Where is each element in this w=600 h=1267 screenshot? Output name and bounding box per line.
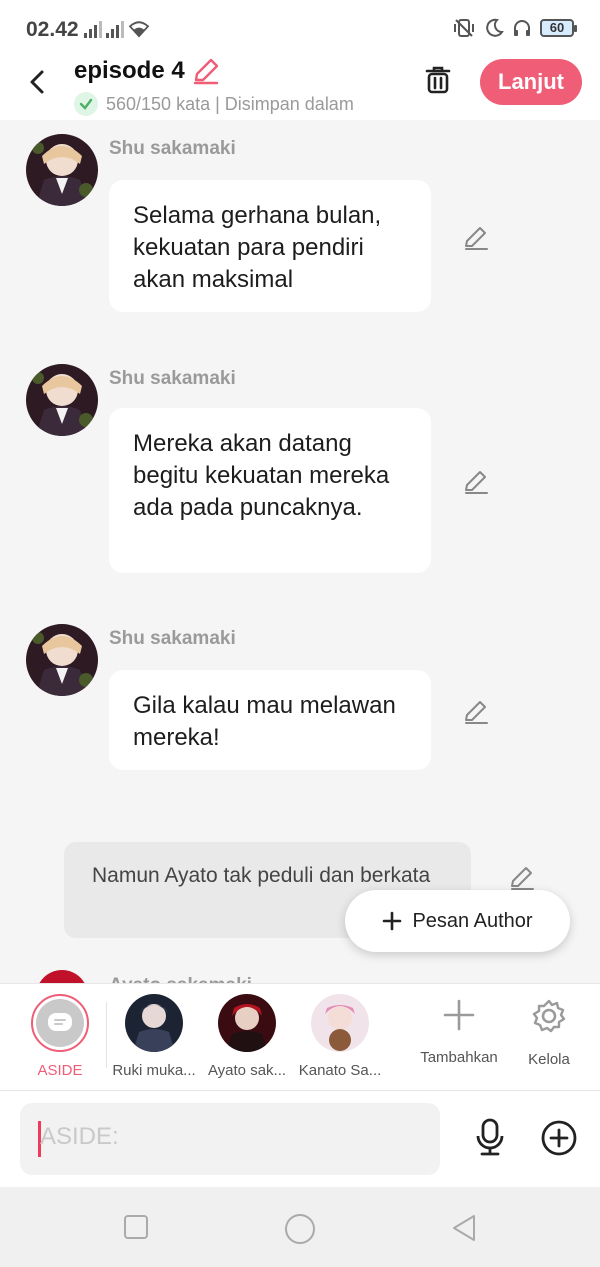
headphone-icon (514, 20, 530, 36)
avatar[interactable] (26, 134, 98, 206)
status-right-icons: 60 (452, 18, 577, 38)
avatar (311, 994, 369, 1052)
sender-name: Shu sakamaki (109, 138, 236, 159)
signal-icon (84, 20, 102, 38)
character-ruki[interactable]: Ruki muka... (112, 994, 196, 1079)
edit-icon[interactable] (508, 864, 536, 892)
edit-icon[interactable] (462, 224, 490, 252)
status-bar: 02.42 60 (0, 0, 600, 56)
avatar[interactable] (26, 624, 98, 696)
signal-icons (84, 20, 150, 38)
battery-icon: 60 (540, 19, 577, 37)
message-bubble[interactable]: Mereka akan datang begitu kekuatan merek… (109, 408, 431, 573)
character-label: Ayato sak... (207, 1062, 287, 1079)
recents-square-icon[interactable] (122, 1213, 150, 1241)
message-input[interactable]: ASIDE: (20, 1103, 440, 1175)
author-message-button[interactable]: Pesan Author (345, 890, 570, 952)
author-message-label: Pesan Author (412, 909, 533, 932)
next-button[interactable]: Lanjut (480, 59, 582, 105)
system-navigation-bar (0, 1187, 600, 1267)
status-time: 02.42 (26, 18, 79, 41)
episode-title[interactable]: episode 4 (74, 56, 354, 86)
message-bubble[interactable]: Gila kalau mau melawan mereka! (109, 670, 431, 770)
character-label: Ruki muka... (112, 1062, 196, 1079)
check-icon (74, 92, 98, 116)
manage-button[interactable]: Kelola (520, 998, 578, 1068)
avatar[interactable] (26, 364, 98, 436)
divider (106, 1002, 107, 1068)
word-count-text: 560/150 kata | Disimpan dalam (106, 93, 354, 114)
add-circle-icon[interactable] (540, 1119, 578, 1157)
gear-icon (532, 999, 566, 1033)
character-label: Kanato Sa... (298, 1062, 382, 1079)
add-character-button[interactable]: Tambahkan (418, 998, 500, 1066)
avatar (125, 994, 183, 1052)
character-ayato[interactable]: Ayato sak... (205, 994, 289, 1079)
pencil-icon[interactable] (191, 56, 221, 86)
sender-name: Ayato sakamaki (109, 975, 252, 983)
wifi-icon (128, 21, 150, 38)
editor-header: episode 4 560/150 kata | Disimpan dalam … (0, 56, 600, 120)
vibrate-icon (454, 19, 474, 37)
avatar (218, 994, 276, 1052)
home-circle-icon[interactable] (284, 1213, 316, 1245)
sender-name: Shu sakamaki (109, 368, 236, 389)
title-block: episode 4 560/150 kata | Disimpan dalam (74, 56, 354, 116)
moon-icon (486, 18, 504, 37)
microphone-icon[interactable] (470, 1117, 510, 1157)
message-icon (48, 1013, 72, 1031)
input-placeholder: ASIDE: (40, 1123, 119, 1150)
signal-icon (106, 20, 124, 38)
edit-icon[interactable] (462, 698, 490, 726)
character-kanato[interactable]: Kanato Sa... (298, 994, 382, 1079)
character-aside[interactable]: ASIDE (29, 994, 91, 1079)
character-label: ASIDE (37, 1062, 83, 1079)
plus-icon (443, 999, 475, 1031)
composer: ASIDE: (0, 1091, 600, 1187)
plus-icon (383, 911, 402, 931)
manage-label: Kelola (528, 1051, 570, 1068)
story-chat-area[interactable]: Shu sakamaki Selama gerhana bulan, kekua… (0, 120, 600, 983)
sender-name: Shu sakamaki (109, 628, 236, 649)
aside-avatar (31, 994, 89, 1052)
episode-title-text: episode 4 (74, 57, 185, 84)
save-status: 560/150 kata | Disimpan dalam (74, 92, 354, 116)
add-label: Tambahkan (420, 1049, 498, 1066)
trash-icon[interactable] (420, 62, 456, 98)
edit-icon[interactable] (462, 468, 490, 496)
message-bubble[interactable]: Selama gerhana bulan, kekuatan para pend… (109, 180, 431, 312)
character-selector: ASIDE Ruki muka... Ayato sak... Kanato S… (0, 983, 600, 1091)
avatar[interactable] (36, 970, 88, 983)
back-triangle-icon[interactable] (450, 1213, 478, 1243)
back-arrow-icon[interactable] (20, 64, 56, 100)
